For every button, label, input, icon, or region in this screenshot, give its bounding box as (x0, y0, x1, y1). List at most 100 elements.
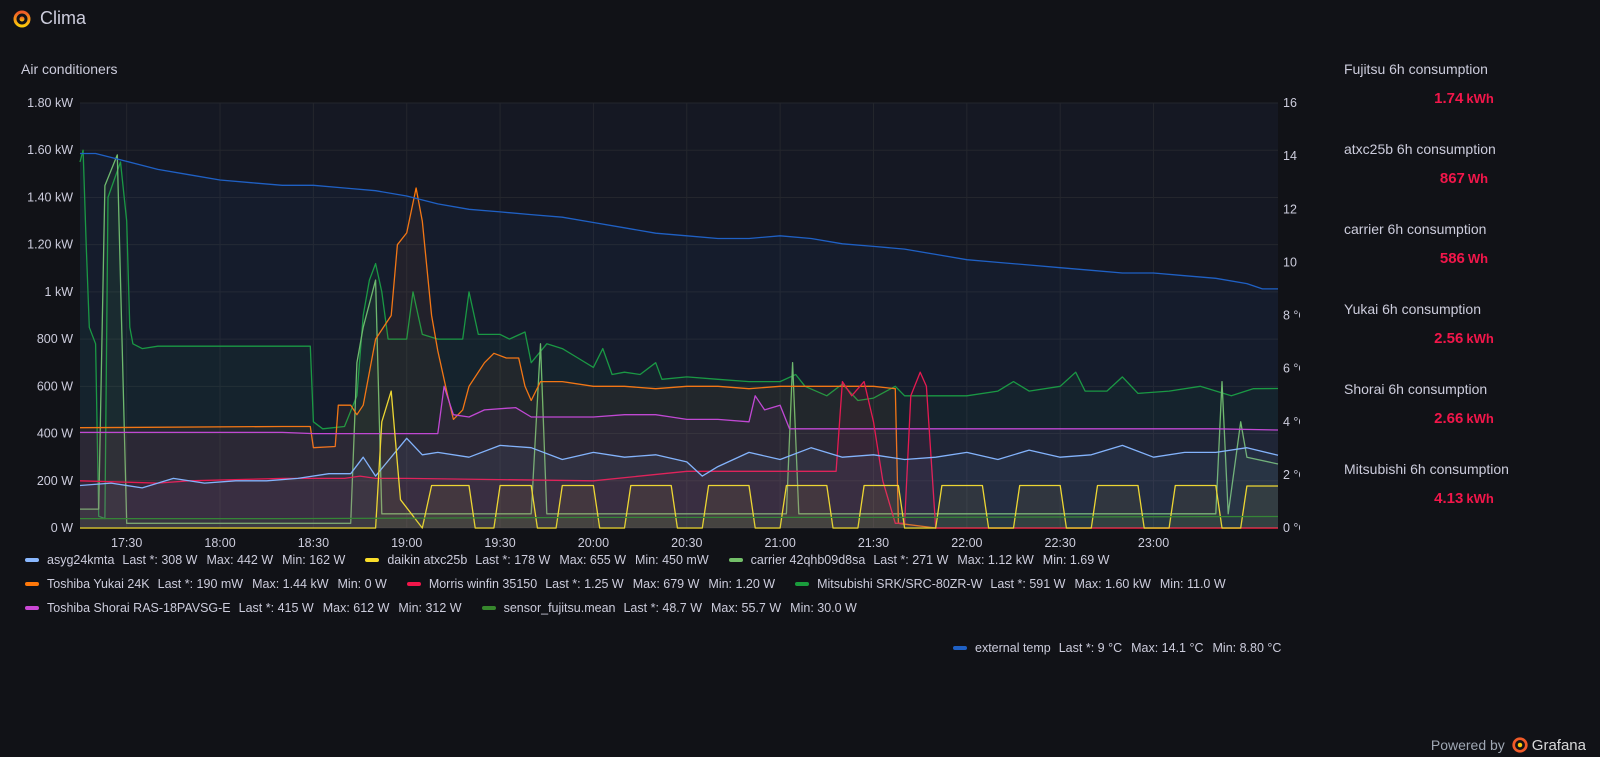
legend-stat-min: Min: 1.20 W (708, 577, 776, 591)
y-left-tick-label: 800 W (37, 332, 73, 346)
legend-item[interactable]: sensor_fujitsu.mean Last *: 48.7 W Max: 55… (481, 601, 866, 615)
y-right-tick-label: 0 °C (1283, 521, 1300, 535)
x-tick-label: 23:00 (1138, 536, 1169, 550)
legend-stat-last: Last *: 271 W (873, 553, 949, 567)
legend-stats: Last *: 190 mW Max: 1.44 kW Min: 0 W (158, 577, 396, 591)
legend-stat-min: Min: 8.80 °C (1212, 641, 1282, 655)
stat-value-unit: kWh (1466, 331, 1494, 346)
legend-series-name: asyg24kmta (47, 553, 115, 567)
stat-value-number: 2.56 (1434, 330, 1464, 347)
stat-value-unit: Wh (1467, 251, 1489, 266)
dashboard-header: Clima (12, 8, 86, 29)
stat-panel-title[interactable]: carrier 6h consumption (1344, 221, 1584, 237)
legend-stat-max: Max: 1.44 kW (252, 577, 329, 591)
legend-color-swatch (728, 558, 743, 562)
legend-stat-min: Min: 450 mW (635, 553, 709, 567)
x-tick-label: 22:30 (1045, 536, 1076, 550)
x-tick-label: 21:30 (858, 536, 889, 550)
legend-stat-last: Last *: 48.7 W (623, 601, 702, 615)
legend-color-swatch (25, 582, 39, 586)
legend-stat-max: Max: 14.1 °C (1131, 641, 1204, 655)
legend-color-swatch (406, 582, 421, 586)
y-right-tick-label: 8 °C (1283, 309, 1300, 323)
powered-by: Powered by Grafana (1431, 736, 1586, 754)
stat-value-number: 586 (1439, 250, 1465, 267)
dashboard-title[interactable]: Clima (40, 8, 86, 29)
y-left-tick-label: 1.60 kW (27, 143, 73, 157)
legend-color-swatch (365, 558, 380, 562)
legend-stat-max: Max: 612 W (322, 601, 390, 615)
stat-panel: atxc25b 6h consumption 867 Wh (1344, 141, 1584, 187)
legend-stat-min: Min: 312 W (398, 601, 462, 615)
stat-panel-title[interactable]: Shorai 6h consumption (1344, 381, 1584, 397)
stat-value: 1.74 kWh (1344, 90, 1584, 107)
legend-item[interactable]: Morris winfin 35150 Last *: 1.25 W Max: 67… (406, 577, 784, 591)
stat-panel-title[interactable]: Yukai 6h consumption (1344, 301, 1584, 317)
legend-color-swatch (481, 606, 496, 610)
stat-panel: carrier 6h consumption 586 Wh (1344, 221, 1584, 267)
timeseries-chart[interactable]: 0 W 200 W 400 W 600 W 800 W 1 kW 1.20 kW 1.40 k… (0, 88, 1300, 558)
stat-value-number: 4.13 (1434, 490, 1464, 507)
legend-stat-max: Max: 55.7 W (711, 601, 782, 615)
legend-color-swatch (25, 558, 39, 562)
legend-item[interactable]: Mitsubishi SRK/SRC-80ZR-W Last *: 591 W Ma… (795, 577, 1235, 591)
x-tick-label: 18:30 (298, 536, 329, 550)
legend-row: asyg24kmta Last *: 308 W Max: 442 W Min: 16… (25, 553, 1129, 567)
legend-color-swatch (795, 582, 810, 586)
legend-series-name: Mitsubishi SRK/SRC-80ZR-W (817, 577, 983, 591)
panel-title[interactable]: Air conditioners (21, 61, 118, 77)
legend-item[interactable]: daikin atxc25b Last *: 178 W Max: 655 W Min… (365, 553, 717, 567)
legend-row: Toshiba Shorai RAS-18PAVSG-E Last *: 415 … (25, 601, 877, 615)
legend-item[interactable]: external temp Last *: 9 °C Max: 14.1 °C Min… (953, 641, 1290, 655)
legend-stat-min: Min: 162 W (282, 553, 346, 567)
stat-panel: Mitsubishi 6h consumption 4.13 kWh (1344, 461, 1584, 507)
stat-value: 586 Wh (1344, 250, 1584, 267)
stat-panel-title[interactable]: Mitsubishi 6h consumption (1344, 461, 1584, 477)
legend-stat-last: Last *: 308 W (122, 553, 198, 567)
y-left-tick-label: 1.20 kW (27, 238, 73, 252)
stat-value-unit: kWh (1466, 91, 1494, 106)
legend-stat-max: Max: 655 W (559, 553, 627, 567)
stat-value-number: 2.66 (1434, 410, 1464, 427)
y-right-tick-label: 12 °C (1283, 202, 1300, 216)
legend-series-name: external temp (975, 641, 1051, 655)
legend-stat-last: Last *: 178 W (475, 553, 551, 567)
legend-stat-max: Max: 1.12 kW (957, 553, 1034, 567)
x-tick-label: 18:00 (204, 536, 235, 550)
grafana-logo-icon (13, 10, 31, 27)
grafana-brand[interactable]: Grafana (1532, 737, 1586, 754)
legend-stat-max: Max: 679 W (632, 577, 700, 591)
y-right-tick-label: 2 °C (1283, 468, 1300, 482)
y-left-tick-label: 1 kW (45, 285, 74, 299)
stat-value: 4.13 kWh (1344, 490, 1584, 507)
legend-item[interactable]: Toshiba Shorai RAS-18PAVSG-E Last *: 415 … (25, 601, 471, 615)
stat-panel-title[interactable]: atxc25b 6h consumption (1344, 141, 1584, 157)
legend-stat-min: Min: 11.0 W (1159, 577, 1226, 591)
legend-stats: Last *: 271 W Max: 1.12 kW Min: 1.69 W (873, 553, 1118, 567)
y-right-tick-label: 14 °C (1283, 149, 1300, 163)
y-left-tick-label: 1.40 kW (27, 190, 73, 204)
legend-item[interactable]: asyg24kmta Last *: 308 W Max: 442 W Min: 16… (25, 553, 354, 567)
legend-stats: Last *: 591 W Max: 1.60 kW Min: 11.0 W (990, 577, 1234, 591)
legend-item[interactable]: carrier 42qhb09d8sa Last *: 271 W Max: 1.1… (728, 553, 1119, 567)
legend-color-swatch (953, 646, 967, 650)
stat-panel: Fujitsu 6h consumption 1.74 kWh (1344, 61, 1584, 107)
legend-series-name: carrier 42qhb09d8sa (750, 553, 866, 567)
y-right-tick-label: 4 °C (1283, 415, 1300, 429)
x-tick-label: 21:00 (764, 536, 795, 550)
legend-stat-max: Max: 442 W (206, 553, 274, 567)
stat-value-unit: Wh (1467, 171, 1489, 186)
legend-item[interactable]: Toshiba Yukai 24K Last *: 190 mW Max: 1.44… (25, 577, 396, 591)
x-tick-label: 22:00 (951, 536, 982, 550)
stat-value-unit: kWh (1466, 411, 1494, 426)
legend-row: external temp Last *: 9 °C Max: 14.1 °C Min… (953, 641, 1301, 655)
legend-series-name: Toshiba Yukai 24K (47, 577, 150, 591)
legend-stat-last: Last *: 415 W (238, 601, 314, 615)
legend-row: Toshiba Yukai 24K Last *: 190 mW Max: 1.44… (25, 577, 1246, 591)
grafana-footer-logo-icon (1512, 737, 1528, 753)
stat-panel-title[interactable]: Fujitsu 6h consumption (1344, 61, 1584, 77)
y-left-tick-label: 400 W (37, 427, 73, 441)
stat-panel: Yukai 6h consumption 2.56 kWh (1344, 301, 1584, 347)
legend-stat-last: Last *: 591 W (990, 577, 1066, 591)
legend-series-name: Toshiba Shorai RAS-18PAVSG-E (47, 601, 231, 615)
